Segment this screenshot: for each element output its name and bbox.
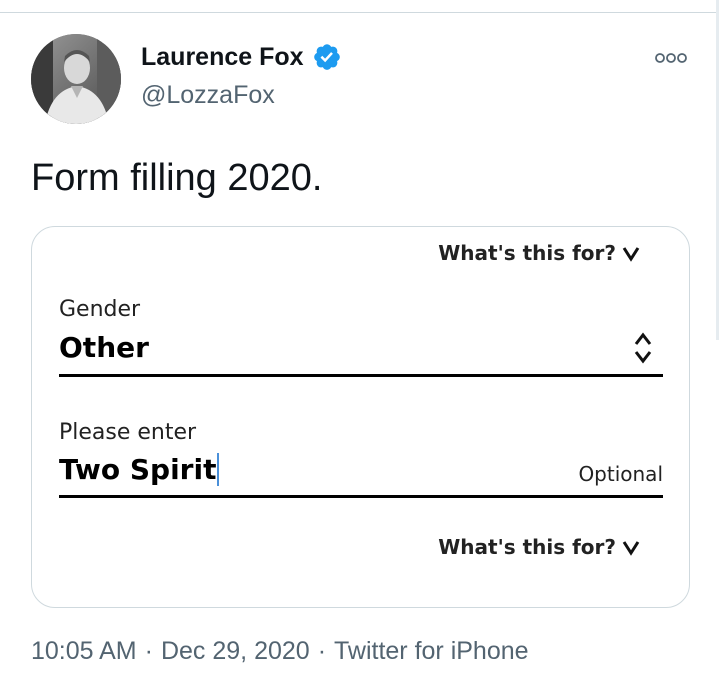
- please-enter-text: Two Spirit: [59, 453, 217, 486]
- tweet-time[interactable]: 10:05 AM: [31, 637, 137, 665]
- tweet-meta: 10:05 AM · Dec 29, 2020 · Twitter for iPhone: [31, 636, 529, 666]
- avatar[interactable]: [31, 34, 121, 124]
- more-dots-icon: [655, 53, 687, 63]
- please-enter-label: Please enter: [59, 420, 197, 445]
- select-up-down-icon: [634, 332, 652, 364]
- author-display-name[interactable]: Laurence Fox: [141, 42, 304, 72]
- tweet-media-image[interactable]: What's this for? Gender Other Please ent…: [31, 226, 690, 608]
- whats-this-for-label: What's this for?: [438, 535, 616, 559]
- chevron-down-icon: [622, 247, 640, 262]
- chevron-down-icon: [622, 541, 640, 556]
- whats-this-for-label: What's this for?: [438, 241, 616, 265]
- author-name-row[interactable]: Laurence Fox: [141, 42, 342, 72]
- more-options-button[interactable]: [654, 48, 688, 68]
- verified-badge-icon: [313, 44, 340, 70]
- please-enter-underline: [59, 495, 663, 498]
- whats-this-for-link-bottom: What's this for?: [438, 535, 640, 559]
- optional-label: Optional: [578, 462, 663, 486]
- whats-this-for-link-top: What's this for?: [438, 241, 640, 265]
- gender-underline: [59, 374, 663, 377]
- tweet-source[interactable]: Twitter for iPhone: [334, 637, 529, 665]
- top-divider: [0, 12, 719, 13]
- tweet-text: Form filling 2020.: [31, 157, 323, 199]
- author-handle[interactable]: @LozzaFox: [141, 80, 275, 110]
- gender-value: Other: [59, 331, 149, 364]
- tweet-date[interactable]: Dec 29, 2020: [161, 637, 310, 665]
- meta-separator: ·: [144, 637, 153, 665]
- avatar-photo: [31, 34, 121, 124]
- meta-separator: ·: [317, 637, 327, 665]
- please-enter-value: Two Spirit: [59, 453, 220, 486]
- gender-label: Gender: [59, 297, 141, 322]
- text-caret: [217, 453, 220, 486]
